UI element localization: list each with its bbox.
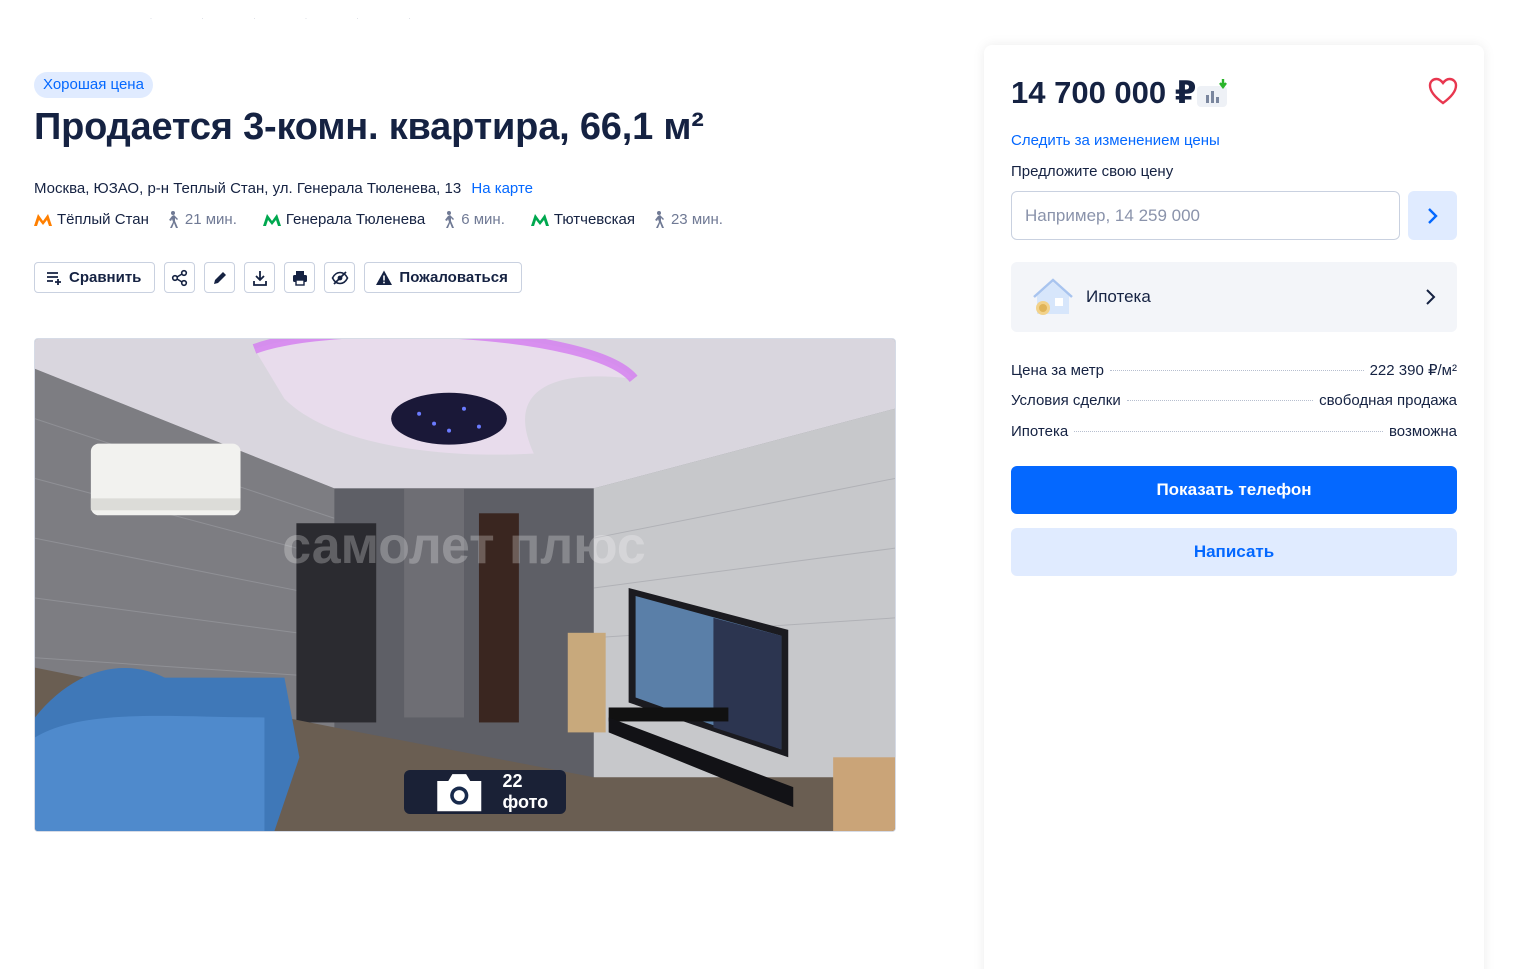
download-icon (253, 270, 267, 286)
mortgage-card[interactable]: Ипотека (1011, 262, 1457, 332)
metro-icon (262, 213, 281, 226)
compare-label: Сравнить (69, 269, 142, 286)
apartment-photo: самолет плюс (35, 339, 895, 831)
offer-price-input[interactable] (1011, 191, 1400, 240)
fact-value: свободная продажа (1319, 392, 1457, 409)
fact-dots (1110, 370, 1364, 371)
camera-icon (437, 774, 482, 812)
fact-row: Цена за метр 222 390 ₽/м² (1011, 361, 1457, 392)
walk-time: 23 мин. (670, 211, 723, 228)
listing-toolbar: Сравнить Пожаловаться (34, 262, 522, 293)
listing-title: Продается 3-комн. квартира, 66,1 м² (34, 106, 704, 148)
facts-list: Цена за метр 222 390 ₽/м² Условия сделки… (1011, 361, 1457, 454)
edit-button[interactable] (204, 262, 236, 293)
warning-icon (376, 270, 393, 285)
fact-label: Ипотека (1011, 423, 1069, 440)
compare-icon (47, 271, 61, 285)
fact-label: Цена за метр (1011, 362, 1104, 379)
chevron-right-icon (1426, 289, 1436, 305)
photo-count: 22 фото (502, 771, 549, 812)
write-message-button[interactable]: Написать (1011, 528, 1457, 576)
price-sidebar: 14 700 000 ₽ Следить за изменением цены … (984, 45, 1484, 969)
complain-label: Пожаловаться (399, 269, 508, 286)
fact-dots (1074, 431, 1383, 432)
print-button[interactable] (284, 262, 316, 293)
walk-icon (168, 211, 178, 228)
fact-value: 222 390 ₽/м² (1369, 362, 1457, 379)
watermark-text: самолет плюс (282, 516, 645, 574)
metro-icon (530, 213, 549, 226)
show-phone-button[interactable]: Показать телефон (1011, 466, 1457, 514)
walk-time: 6 мин. (461, 211, 505, 228)
metro-icon (34, 213, 52, 226)
main-photo[interactable]: самолет плюс 22 фото (34, 338, 896, 832)
metro-list: Тёплый Стан 21 мин. Генерала Тюленева 6 … (34, 211, 749, 228)
walk-icon (445, 211, 455, 228)
metro-item[interactable]: Тёплый Стан 21 мин. (34, 211, 237, 228)
price-history-icon[interactable] (1197, 79, 1231, 107)
house-icon (1033, 278, 1073, 315)
complain-button[interactable]: Пожаловаться (364, 262, 522, 293)
share-button[interactable] (164, 262, 196, 293)
metro-station: Тёплый Стан (57, 211, 149, 228)
map-link[interactable]: На карте (471, 180, 533, 197)
fact-row: Ипотека возможна (1011, 423, 1457, 454)
photo-count-button[interactable]: 22 фото (404, 770, 567, 814)
price: 14 700 000 ₽ (1011, 75, 1197, 110)
hide-button[interactable] (324, 262, 356, 293)
hide-icon (331, 270, 349, 285)
metro-item[interactable]: Генерала Тюленева 6 мин. (262, 211, 505, 228)
offer-label: Предложите свою цену (1011, 163, 1174, 180)
metro-station: Тютчевская (553, 211, 635, 228)
address-text: Москва, ЮЗАО, р-н Теплый Стан, ул. Генер… (34, 180, 462, 197)
fact-dots (1126, 400, 1314, 401)
walk-icon (654, 211, 664, 228)
good-price-badge: Хорошая цена (34, 72, 153, 98)
mortgage-label: Ипотека (1086, 287, 1151, 306)
fact-label: Условия сделки (1011, 392, 1121, 409)
compare-button[interactable]: Сравнить (34, 262, 156, 293)
metro-item[interactable]: Тютчевская 23 мин. (530, 211, 723, 228)
offer-submit-button[interactable] (1408, 191, 1457, 240)
walk-time: 21 мин. (184, 211, 237, 228)
favorite-heart-icon[interactable] (1428, 77, 1458, 105)
chevron-right-icon (1427, 207, 1438, 224)
breadcrumb-remnant: · · · · · · (150, 16, 435, 22)
share-icon (171, 269, 188, 286)
metro-station: Генерала Тюленева (285, 211, 426, 228)
edit-icon (213, 271, 226, 284)
download-button[interactable] (244, 262, 276, 293)
address: Москва, ЮЗАО, р-н Теплый Стан, ул. Генер… (34, 180, 533, 197)
follow-price-link[interactable]: Следить за изменением цены (1011, 132, 1220, 149)
fact-value: возможна (1389, 423, 1457, 440)
print-icon (292, 270, 307, 286)
fact-row: Условия сделки свободная продажа (1011, 392, 1457, 423)
